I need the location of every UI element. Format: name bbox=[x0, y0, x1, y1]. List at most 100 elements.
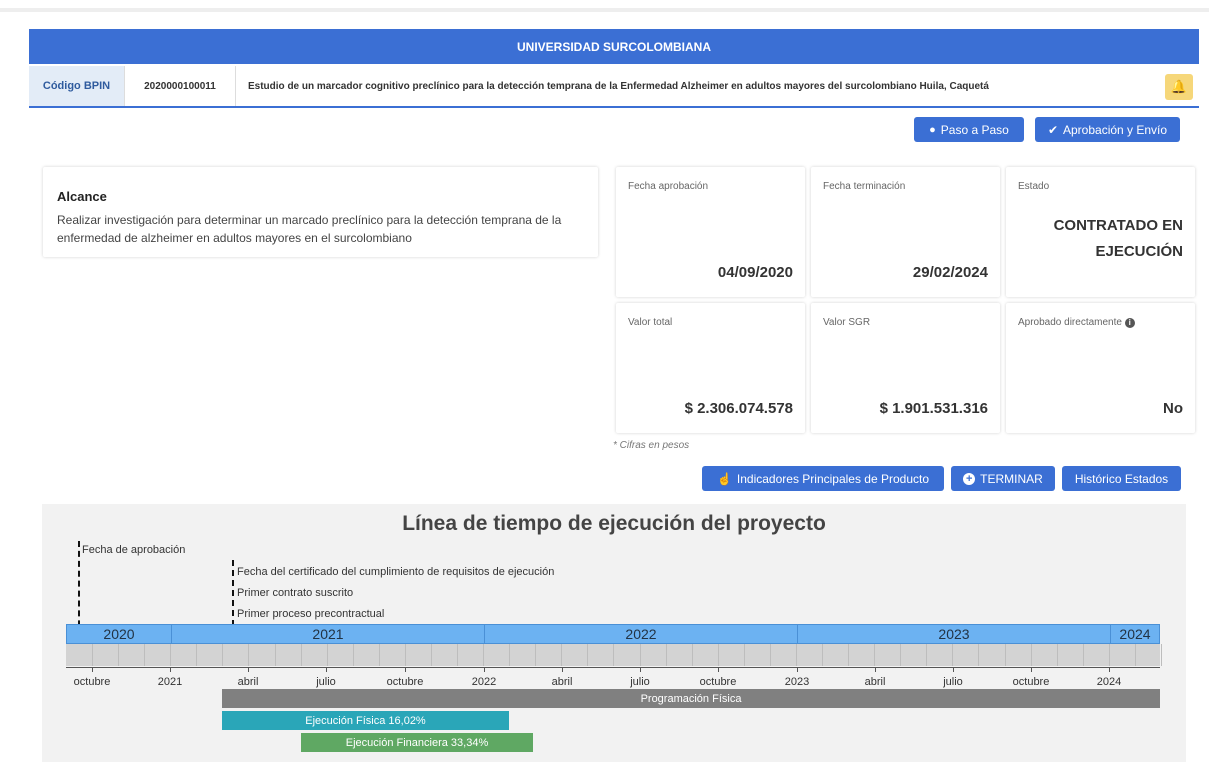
paso-a-paso-button[interactable]: ● Paso a Paso bbox=[914, 117, 1024, 142]
axis-tick bbox=[797, 667, 798, 672]
project-info-row: Código BPIN 2020000100011 Estudio de un … bbox=[29, 66, 1199, 108]
estado-value: CONTRATADO EN EJECUCIÓN bbox=[1053, 217, 1183, 260]
axis-tick bbox=[640, 667, 641, 672]
month-cell bbox=[587, 644, 615, 666]
year-cell: 2022 bbox=[485, 625, 798, 643]
month-cell bbox=[509, 644, 537, 666]
info-icon[interactable]: i bbox=[1124, 318, 1135, 328]
month-cell bbox=[431, 644, 459, 666]
terminar-button[interactable]: + TERMINAR bbox=[951, 466, 1055, 491]
valor-total-label: Valor total bbox=[628, 317, 673, 328]
axis-tick bbox=[170, 667, 171, 672]
bar-programacion-fisica: Programación Física bbox=[222, 689, 1160, 708]
month-cell bbox=[405, 644, 432, 666]
bar-ejecucion-financiera-label: Ejecución Financiera 33,34% bbox=[345, 736, 489, 749]
marker-primer-proceso: Primer proceso precontractual bbox=[237, 608, 385, 620]
bell-icon: 🔔 bbox=[1170, 79, 1188, 94]
alcance-title: Alcance bbox=[57, 189, 107, 204]
aprobado-directamente-label: Aprobado directamente bbox=[1018, 317, 1122, 328]
year-cell: 2024 bbox=[1119, 626, 1151, 642]
month-cell bbox=[196, 644, 224, 666]
fecha-aprobacion-value: 04/09/2020 bbox=[717, 264, 793, 281]
year-bar: 2020 2021 2022 2023 2024 bbox=[66, 624, 1160, 644]
users-icon: ● bbox=[929, 123, 936, 136]
month-cell bbox=[353, 644, 380, 666]
month-cell bbox=[952, 644, 980, 666]
plus-circle-icon: + bbox=[963, 472, 976, 485]
axis-tick bbox=[248, 667, 249, 672]
paso-a-paso-label: Paso a Paso bbox=[940, 122, 1009, 137]
alcance-card: Alcance Realizar investigación para dete… bbox=[43, 167, 598, 257]
month-cell bbox=[848, 644, 876, 666]
aprobado-directamente-card: Aprobado directamente i No bbox=[1006, 303, 1195, 433]
marker-primer-contrato: Primer contrato suscrito bbox=[237, 587, 354, 599]
axis-tick-label: 2021 bbox=[157, 676, 183, 688]
valor-total-value: $ 2.306.074.578 bbox=[684, 400, 793, 417]
month-cell bbox=[1057, 644, 1084, 666]
month-cell bbox=[744, 644, 771, 666]
axis-tick-label: 2024 bbox=[1096, 676, 1122, 688]
bpin-label: Código BPIN bbox=[29, 66, 125, 106]
month-cell bbox=[1005, 644, 1032, 666]
project-title: Estudio de un marcador cognitivo preclín… bbox=[248, 80, 989, 92]
month-cell bbox=[926, 644, 954, 666]
historico-estados-label: Histórico Estados bbox=[1074, 471, 1169, 486]
month-cell bbox=[327, 644, 354, 666]
month-cell bbox=[640, 644, 667, 666]
estado-card: Estado CONTRATADO EN EJECUCIÓN bbox=[1006, 167, 1195, 297]
month-cell bbox=[978, 644, 1006, 666]
axis-tick-label: 2022 bbox=[471, 676, 497, 688]
valor-sgr-label: Valor SGR bbox=[823, 317, 871, 328]
axis-tick bbox=[875, 667, 876, 672]
bar-ejecucion-financiera: Ejecución Financiera 33,34% bbox=[301, 733, 533, 752]
month-cell bbox=[561, 644, 589, 666]
check-double-icon: ✔ bbox=[1047, 122, 1058, 137]
terminar-label: TERMINAR bbox=[980, 471, 1043, 486]
axis-tick-label: abril bbox=[237, 676, 259, 688]
axis-tick bbox=[326, 667, 327, 672]
axis-tick bbox=[718, 667, 719, 672]
axis-tick-label: julio bbox=[630, 676, 650, 688]
month-cell bbox=[1083, 644, 1110, 666]
month-cell bbox=[796, 644, 824, 666]
month-cell bbox=[1135, 644, 1162, 666]
indicadores-button[interactable]: ☝ Indicadores Principales de Producto bbox=[702, 466, 944, 491]
notifications-button[interactable]: 🔔 bbox=[1165, 74, 1193, 100]
month-cell bbox=[770, 644, 797, 666]
aprobado-directamente-label-row: Aprobado directamente i bbox=[1018, 317, 1135, 328]
axis-tick-label: octubre bbox=[73, 676, 111, 688]
month-cell bbox=[118, 644, 146, 666]
month-cell bbox=[535, 644, 563, 666]
month-cell bbox=[613, 644, 641, 666]
historico-estados-button[interactable]: Histórico Estados bbox=[1062, 466, 1181, 491]
axis-tick-label: abril bbox=[864, 676, 886, 688]
top-divider bbox=[0, 8, 1209, 12]
axis-tick bbox=[1031, 667, 1032, 672]
month-cell bbox=[275, 644, 302, 666]
year-cell: 2020 bbox=[67, 625, 172, 643]
month-cell bbox=[900, 644, 928, 666]
axis-tick-label: octubre bbox=[1012, 676, 1050, 688]
bar-programacion-fisica-label: Programación Física bbox=[640, 692, 742, 705]
institution-banner: UNIVERSIDAD SURCOLOMBIANA bbox=[29, 29, 1199, 64]
alcance-text: Realizar investigación para determinar u… bbox=[57, 213, 562, 245]
marker-fecha-aprobacion: Fecha de aprobación bbox=[82, 544, 186, 556]
axis-tick-label: julio bbox=[943, 676, 963, 688]
month-cell bbox=[66, 644, 94, 666]
timeline-title: Línea de tiempo de ejecución del proyect… bbox=[402, 512, 826, 535]
valor-sgr-card: Valor SGR $ 1.901.531.316 bbox=[811, 303, 1000, 433]
cifras-note: * Cifras en pesos bbox=[613, 440, 690, 451]
bar-ejecucion-fisica-label: Ejecución Física 16,02% bbox=[305, 714, 426, 727]
institution-name: UNIVERSIDAD SURCOLOMBIANA bbox=[516, 39, 711, 54]
valor-total-card: Valor total $ 2.306.074.578 bbox=[616, 303, 805, 433]
month-cell bbox=[379, 644, 406, 666]
month-cell bbox=[170, 644, 198, 666]
month-cell bbox=[222, 644, 250, 666]
aprobado-directamente-value: No bbox=[1163, 400, 1183, 417]
month-cell bbox=[822, 644, 850, 666]
fecha-aprobacion-card: Fecha aprobación 04/09/2020 bbox=[616, 167, 805, 297]
marker-certificado: Fecha del certificado del cumplimiento d… bbox=[237, 566, 555, 578]
aprobacion-envio-button[interactable]: ✔ Aprobación y Envío bbox=[1035, 117, 1180, 142]
axis-tick-label: octubre bbox=[386, 676, 424, 688]
year-cell: 2021 bbox=[172, 625, 485, 643]
